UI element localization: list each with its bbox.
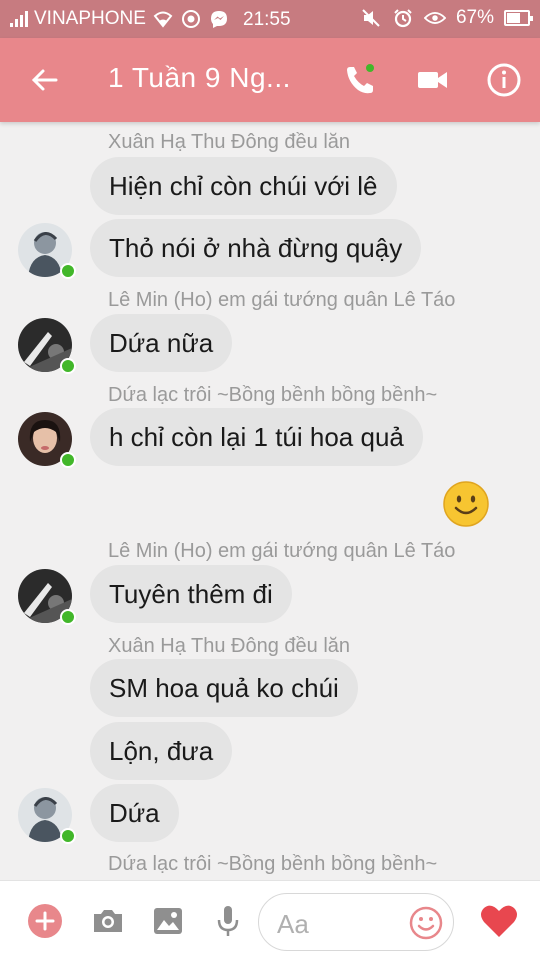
- arrow-left-icon: [31, 69, 58, 91]
- message-bubble[interactable]: Thỏ nói ở nhà đừng quậy: [90, 219, 422, 277]
- microphone-icon: [217, 906, 239, 936]
- battery-fill: [507, 13, 520, 23]
- like-button[interactable]: [479, 901, 519, 941]
- messenger-icon: [208, 8, 230, 30]
- emoji-icon[interactable]: [409, 906, 443, 940]
- online-indicator: [60, 828, 76, 844]
- back-button[interactable]: [26, 60, 66, 100]
- message-bubble[interactable]: Lộn, đưa: [90, 722, 233, 780]
- message-bubble[interactable]: Hiện chỉ còn chúi với lê: [90, 157, 397, 215]
- sender-name: Xuân Hạ Thu Đông đều lăn: [108, 131, 351, 153]
- avatar-le-min[interactable]: [18, 569, 76, 627]
- heart-icon: [481, 905, 517, 937]
- status-bar: VINAPHONE 21:55 67%: [0, 0, 540, 38]
- voice-button[interactable]: [210, 903, 246, 939]
- message-list[interactable]: Xuân Hạ Thu Đông đều lăn Hiện chỉ còn ch…: [0, 122, 540, 880]
- sender-name: Lê Min (Ho) em gái tướng quân Lê Táo: [108, 289, 456, 311]
- online-indicator: [60, 609, 76, 625]
- online-indicator: [60, 263, 76, 279]
- camera-button[interactable]: [90, 903, 126, 939]
- info-button[interactable]: [484, 60, 524, 100]
- eye-icon: [423, 7, 446, 29]
- message-input-placeholder: Aa: [277, 909, 309, 939]
- message-bubble[interactable]: h chỉ còn lại 1 túi hoa quả: [90, 408, 423, 466]
- signal-icon: [10, 11, 28, 27]
- conversation-title[interactable]: 1 Tuần 9 Ng...: [108, 62, 291, 94]
- sender-name: Xuân Hạ Thu Đông đều lăn: [108, 635, 351, 657]
- message-input[interactable]: Aa: [258, 893, 454, 951]
- plus-button[interactable]: [27, 903, 63, 939]
- online-indicator: [60, 358, 76, 374]
- sender-name: Lê Min (Ho) em gái tướng quân Lê Táo: [108, 540, 456, 562]
- sender-name: Dứa lạc trôi ~Bồng bềnh bồng bềnh~: [108, 853, 438, 875]
- message-bubble[interactable]: Tuyên thêm đi: [90, 565, 292, 623]
- battery-icon: [504, 10, 533, 26]
- phone-icon: [347, 64, 374, 94]
- conversation-header: 1 Tuần 9 Ng...: [0, 38, 540, 122]
- video-camera-icon: [418, 72, 447, 88]
- voice-call-button[interactable]: [340, 60, 380, 100]
- battery-percent: 67%: [455, 7, 494, 28]
- wifi-icon: [152, 8, 174, 30]
- message-bubble[interactable]: SM hoa quả ko chúi: [90, 659, 358, 717]
- info-icon: [487, 63, 521, 97]
- smiley-emoji-icon[interactable]: [442, 480, 490, 528]
- plus-icon: [28, 904, 62, 938]
- image-icon: [154, 908, 182, 934]
- avatar-le-min[interactable]: [18, 318, 76, 376]
- image-button[interactable]: [150, 903, 186, 939]
- message-bubble[interactable]: Dứa nữa: [90, 314, 233, 372]
- avatar-xuan-ha[interactable]: [18, 788, 76, 846]
- status-time: 21:55: [243, 9, 291, 30]
- message-bubble[interactable]: Dứa: [90, 784, 179, 842]
- message-composer: Aa: [0, 880, 540, 960]
- online-indicator: [60, 452, 76, 468]
- chrome-icon: [180, 8, 202, 30]
- mute-icon: [360, 7, 382, 29]
- video-call-button[interactable]: [413, 60, 453, 100]
- avatar-dua[interactable]: [18, 412, 76, 470]
- camera-icon: [94, 910, 122, 932]
- sender-name: Dứa lạc trôi ~Bồng bềnh bồng bềnh~: [108, 384, 438, 406]
- alarm-icon: [392, 7, 414, 29]
- avatar-xuan-ha[interactable]: [18, 223, 76, 281]
- carrier-name: VINAPHONE: [34, 8, 146, 29]
